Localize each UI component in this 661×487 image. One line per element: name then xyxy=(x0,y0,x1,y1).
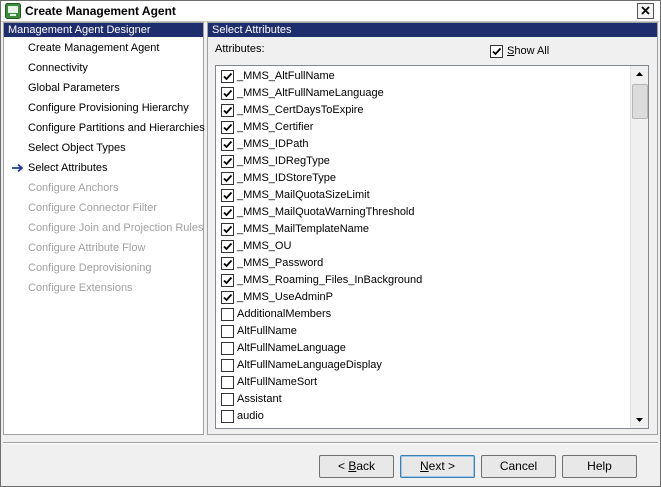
checkmark-icon xyxy=(223,106,233,115)
checkmark-icon xyxy=(223,242,233,251)
current-step-arrow-icon xyxy=(12,160,24,176)
attribute-name: _MMS_MailTemplateName xyxy=(237,223,370,235)
close-button[interactable] xyxy=(637,3,654,19)
attribute-name: _MMS_MailQuotaSizeLimit xyxy=(237,189,370,201)
designer-header: Management Agent Designer xyxy=(4,23,203,37)
attribute-checkbox[interactable] xyxy=(221,274,234,287)
attribute-checkbox[interactable] xyxy=(221,393,234,406)
attribute-checkbox[interactable] xyxy=(221,410,234,423)
attribute-checkbox[interactable] xyxy=(221,189,234,202)
attribute-checkbox[interactable] xyxy=(221,104,234,117)
attribute-name: _MMS_OU xyxy=(237,240,292,252)
attributes-scrollbar[interactable] xyxy=(630,66,648,428)
attribute-name: _MMS_Certifier xyxy=(237,121,314,133)
step-item: Configure Anchors xyxy=(28,182,119,194)
attribute-name: _MMS_Password xyxy=(237,257,324,269)
step-item: Configure Attribute Flow xyxy=(28,242,146,254)
checkmark-icon xyxy=(492,47,502,56)
checkmark-icon xyxy=(223,276,233,285)
attribute-name: AltFullNameLanguageDisplay xyxy=(237,359,382,371)
step-item[interactable]: Select Object Types xyxy=(28,140,126,156)
checkmark-icon xyxy=(223,259,233,268)
attribute-checkbox[interactable] xyxy=(221,240,234,253)
select-attributes-pane: Select Attributes Attributes: Show All _… xyxy=(207,22,658,435)
attribute-checkbox[interactable] xyxy=(221,121,234,134)
attribute-name: AltFullNameSort xyxy=(237,376,318,388)
arrow-down-icon xyxy=(636,418,643,422)
checkmark-icon xyxy=(223,140,233,149)
step-item: Configure Deprovisioning xyxy=(28,262,152,274)
attribute-name: _MMS_CertDaysToExpire xyxy=(237,104,364,116)
attribute-checkbox[interactable] xyxy=(221,342,234,355)
checkmark-icon xyxy=(223,123,233,132)
attribute-checkbox[interactable] xyxy=(221,223,234,236)
next-button[interactable]: Next > xyxy=(400,455,475,478)
attribute-name: _MMS_IDStoreType xyxy=(237,172,337,184)
checkmark-icon xyxy=(223,191,233,200)
attribute-checkbox[interactable] xyxy=(221,376,234,389)
scroll-thumb[interactable] xyxy=(632,84,648,119)
footer-divider xyxy=(3,442,658,444)
arrow-up-icon xyxy=(636,72,643,76)
attribute-name: AltFullNameLanguage xyxy=(237,342,346,354)
attribute-checkbox[interactable] xyxy=(221,308,234,321)
title-bar: Create Management Agent xyxy=(1,1,660,22)
checkmark-icon xyxy=(223,208,233,217)
attribute-name: audio xyxy=(237,410,264,422)
checkmark-icon xyxy=(223,174,233,183)
attribute-name: _MMS_UseAdminP xyxy=(237,291,333,303)
step-item: Configure Connector Filter xyxy=(28,202,158,214)
attribute-checkbox[interactable] xyxy=(221,155,234,168)
show-all-check-box[interactable] xyxy=(490,45,503,58)
scroll-down-button[interactable] xyxy=(631,411,648,428)
attribute-checkbox[interactable] xyxy=(221,70,234,83)
designer-steps-pane: Management Agent Designer Create Managem… xyxy=(3,22,205,435)
show-all-label: Show All xyxy=(507,45,550,57)
attribute-name: _MMS_AltFullNameLanguage xyxy=(237,87,384,99)
attribute-name: AltFullName xyxy=(237,325,297,337)
attribute-checkbox[interactable] xyxy=(221,257,234,270)
select-attributes-header: Select Attributes xyxy=(208,23,657,37)
attributes-list[interactable]: _MMS_AltFullName _MMS_AltFullNameLanguage… xyxy=(215,65,649,429)
attribute-name: AdditionalMembers xyxy=(237,308,332,320)
attributes-label: Attributes: xyxy=(215,43,265,55)
cancel-button[interactable]: Cancel xyxy=(481,455,556,478)
step-item[interactable]: Global Parameters xyxy=(28,80,120,96)
checkmark-icon xyxy=(223,157,233,166)
step-item[interactable]: Create Management Agent xyxy=(28,40,159,56)
attribute-name: _MMS_Roaming_Files_InBackground xyxy=(237,274,423,286)
attribute-checkbox[interactable] xyxy=(221,359,234,372)
checkmark-icon xyxy=(223,89,233,98)
attribute-checkbox[interactable] xyxy=(221,206,234,219)
attribute-name: _MMS_IDPath xyxy=(237,138,309,150)
scroll-up-button[interactable] xyxy=(631,66,648,83)
attribute-checkbox[interactable] xyxy=(221,291,234,304)
attribute-name: _MMS_IDRegType xyxy=(237,155,330,167)
step-item[interactable]: Configure Provisioning Hierarchy xyxy=(28,100,189,116)
attribute-name: Assistant xyxy=(237,393,282,405)
attribute-name: _MMS_AltFullName xyxy=(237,70,335,82)
management-agent-icon xyxy=(5,3,21,19)
back-button[interactable]: < Back xyxy=(319,455,394,478)
step-item[interactable]: Configure Partitions and Hierarchies xyxy=(28,120,205,136)
attribute-checkbox[interactable] xyxy=(221,172,234,185)
checkmark-icon xyxy=(223,293,233,302)
step-item: Configure Extensions xyxy=(28,282,133,294)
step-item: Configure Join and Projection Rules xyxy=(28,222,204,234)
window-title: Create Management Agent xyxy=(25,4,176,18)
dialog-window: Create Management Agent Management Agent… xyxy=(0,0,661,487)
close-icon xyxy=(641,6,650,15)
attribute-checkbox[interactable] xyxy=(221,138,234,151)
attribute-checkbox[interactable] xyxy=(221,87,234,100)
help-button[interactable]: Help xyxy=(562,455,637,478)
attribute-checkbox[interactable] xyxy=(221,325,234,338)
step-item[interactable]: Connectivity xyxy=(28,60,88,76)
checkmark-icon xyxy=(223,225,233,234)
attribute-name: _MMS_MailQuotaWarningThreshold xyxy=(237,206,415,218)
step-item[interactable]: Select Attributes xyxy=(28,160,108,176)
checkmark-icon xyxy=(223,72,233,81)
